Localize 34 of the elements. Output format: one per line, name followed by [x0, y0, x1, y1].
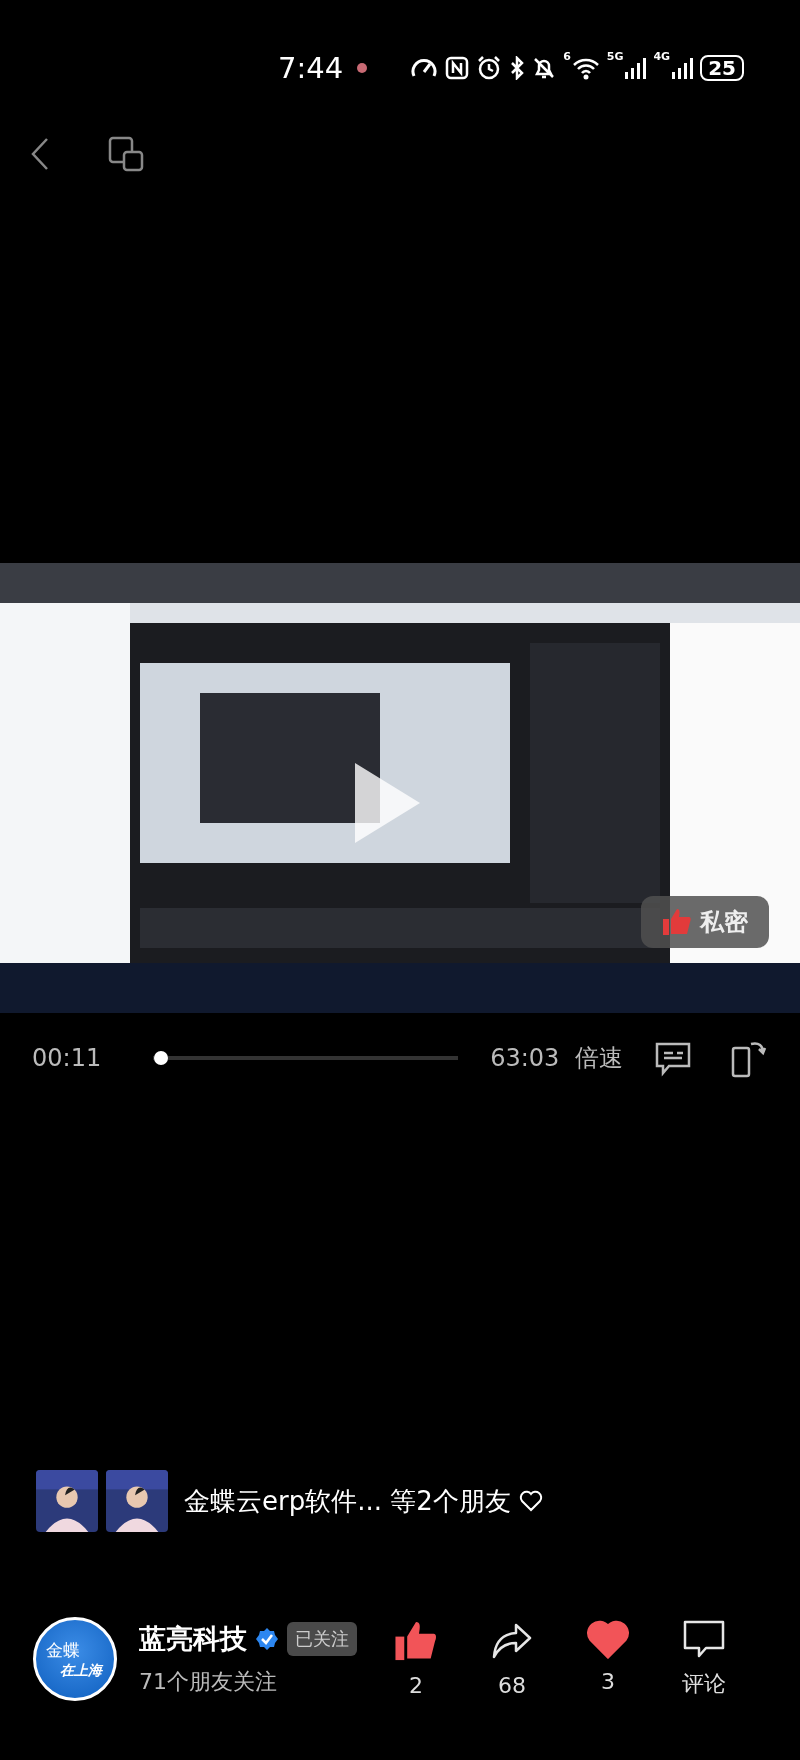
action-count: 2	[409, 1673, 423, 1698]
back-icon[interactable]	[30, 137, 50, 171]
liked-by-friends-text[interactable]: 金蝶云erp软件... 等2个朋友	[184, 1483, 511, 1519]
network-type-label: 4G	[653, 50, 671, 63]
duration-time: 63:03	[490, 1044, 560, 1072]
signal-icon	[624, 56, 647, 80]
app-notification-icon	[356, 62, 369, 74]
comment-icon[interactable]	[682, 1619, 726, 1659]
clock-time: 7:44	[278, 51, 344, 85]
floating-window-icon[interactable]	[108, 136, 144, 172]
channel-name[interactable]: 蓝亮科技	[139, 1621, 247, 1657]
heart-icon[interactable]	[586, 1619, 630, 1659]
thumbs-up-icon[interactable]	[394, 1619, 438, 1663]
followers-count: 71个朋友关注	[139, 1668, 278, 1696]
private-label: 私密	[700, 907, 748, 938]
avatar-logo-text: 在上海	[60, 1661, 105, 1680]
thumbs-up-icon	[662, 907, 692, 937]
heart-outline-icon	[518, 1490, 543, 1512]
speed-button[interactable]: 倍速	[575, 1042, 624, 1074]
nfc-icon	[445, 56, 470, 80]
battery-level: 25	[700, 55, 744, 81]
channel-avatar[interactable]: 金蝶 在上海	[33, 1617, 117, 1701]
wifi-generation-label: 6	[563, 50, 571, 63]
network-type-label: 5G	[606, 50, 624, 63]
action-count: 评论	[682, 1670, 726, 1698]
elapsed-time: 00:11	[32, 1044, 102, 1072]
follow-button[interactable]: 已关注	[287, 1622, 357, 1656]
progress-handle[interactable]	[154, 1051, 169, 1065]
action-count: 68	[498, 1673, 526, 1698]
avatar-logo-text: 金蝶	[46, 1638, 81, 1662]
signal-icon	[671, 56, 694, 80]
action-count: 3	[601, 1669, 615, 1694]
wifi-icon	[571, 56, 600, 80]
bluetooth-icon	[509, 56, 526, 80]
